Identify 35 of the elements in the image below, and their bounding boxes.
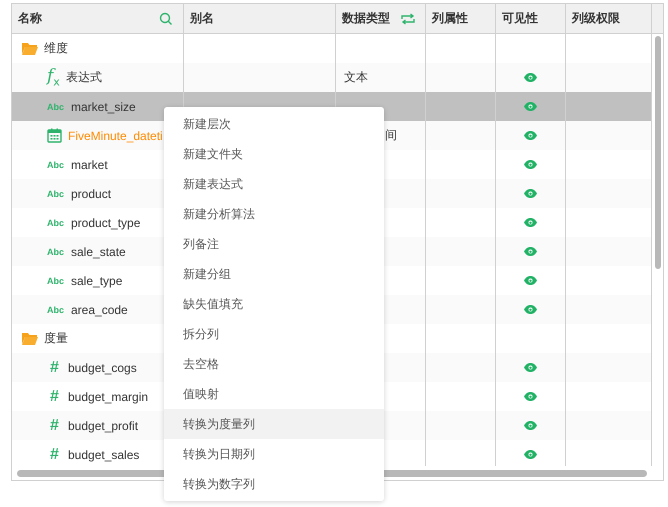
field-name: sale_state: [71, 244, 126, 258]
text-type-icon: Abc: [47, 304, 65, 314]
field-name: FiveMinute_dateti: [68, 128, 163, 142]
field-name: budget_profit: [68, 418, 138, 432]
function-icon: f$_{x}$: [47, 68, 60, 88]
number-type-icon: #: [47, 446, 62, 464]
field-name: budget_margin: [68, 390, 148, 404]
column-header: 列属性: [432, 10, 468, 27]
column-header: 列级权限: [572, 10, 620, 27]
field-name: budget_cogs: [68, 360, 137, 374]
number-type-icon: #: [47, 358, 62, 376]
column-header: 别名: [190, 10, 214, 27]
field-name: 度量: [44, 330, 68, 347]
field-name: product_type: [71, 216, 140, 230]
text-type-icon: Abc: [47, 246, 65, 256]
field-name: market: [71, 158, 108, 172]
number-type-icon: #: [47, 416, 62, 434]
field-name: 维度: [44, 40, 68, 57]
column-header: 数据类型: [342, 10, 390, 27]
field-name: 表达式: [66, 69, 102, 86]
number-type-icon: #: [47, 388, 62, 406]
text-type-icon: Abc: [47, 188, 65, 198]
field-name: product: [71, 186, 112, 200]
column-header: 可见性: [502, 10, 538, 27]
field-name: sale_type: [71, 274, 122, 288]
text-type-icon: Abc: [47, 276, 65, 286]
text-type-icon: Abc: [47, 102, 65, 112]
field-name: budget_sales: [68, 448, 140, 462]
field-name: area_code: [71, 302, 128, 316]
data-type: 文本: [344, 69, 368, 86]
text-type-icon: Abc: [47, 160, 65, 170]
text-type-icon: Abc: [47, 218, 65, 228]
field-name: market_size: [71, 100, 136, 114]
data-type: 间: [385, 127, 397, 144]
column-header: 名称: [18, 10, 42, 27]
